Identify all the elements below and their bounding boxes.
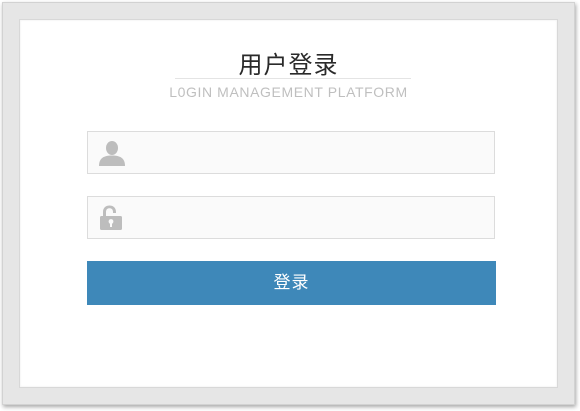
login-button[interactable]: 登录 [87, 261, 496, 305]
username-field[interactable] [87, 131, 495, 175]
login-frame: 用户登录 L0GIN MANAGEMENT PLATFORM 登录 [2, 2, 575, 405]
user-icon [98, 140, 126, 166]
page-subtitle: L0GIN MANAGEMENT PLATFORM [169, 84, 408, 100]
lock-icon [98, 205, 126, 231]
title-divider [175, 78, 411, 79]
username-input[interactable] [134, 132, 494, 175]
page-title: 用户登录 [238, 51, 339, 79]
login-panel: 用户登录 L0GIN MANAGEMENT PLATFORM 登录 [19, 19, 558, 388]
password-field[interactable] [87, 196, 495, 240]
password-input[interactable] [134, 197, 494, 240]
